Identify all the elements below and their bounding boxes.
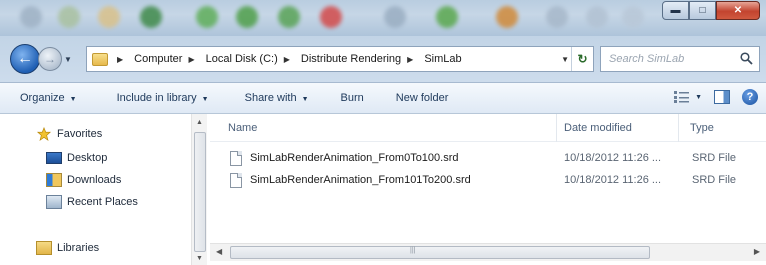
nav-item-libraries[interactable]: Libraries	[36, 238, 99, 258]
close-icon: ✕	[733, 5, 743, 16]
navigation-pane: Favorites Desktop Downloads Recent Place…	[0, 114, 207, 265]
column-divider[interactable]	[678, 114, 679, 142]
search-input[interactable]	[609, 53, 737, 65]
folder-icon	[92, 52, 108, 66]
blurred-taskbar-icon	[236, 6, 258, 28]
blurred-taskbar-icon	[58, 6, 80, 28]
back-arrow-icon: ←	[17, 50, 33, 67]
minimize-button[interactable]: ▬	[662, 1, 689, 20]
breadcrumb-computer[interactable]: Computer ▶	[131, 53, 202, 65]
chevron-down-icon: ▼	[301, 96, 309, 103]
file-icon	[230, 173, 242, 188]
blurred-taskbar-icon	[278, 6, 300, 28]
search-icon[interactable]	[740, 52, 753, 65]
blurred-taskbar-icon	[196, 6, 218, 28]
blurred-taskbar-icon	[20, 6, 42, 28]
navigation-scrollbar[interactable]: ▲ ▼	[191, 114, 207, 265]
burn-button[interactable]: Burn	[321, 92, 376, 104]
organize-menu[interactable]: Organize ▼	[0, 92, 89, 104]
command-bar: Organize ▼ Include in library ▼ Share with…	[0, 82, 766, 114]
column-headers: Name Date modified Type	[210, 114, 766, 142]
nav-item-recent-places[interactable]: Recent Places	[46, 192, 138, 212]
change-view-button[interactable]: ▼	[674, 91, 702, 103]
maximize-button[interactable]: □	[689, 1, 716, 20]
minimize-icon: ▬	[670, 5, 681, 16]
include-in-library-menu[interactable]: Include in library ▼	[89, 92, 221, 104]
search-box[interactable]	[600, 46, 760, 72]
views-icon	[674, 91, 690, 103]
refresh-icon: ↻	[577, 52, 588, 66]
recent-pages-dropdown[interactable]: ▼	[64, 55, 72, 64]
blurred-taskbar-icon	[384, 6, 406, 28]
nav-item-downloads[interactable]: Downloads	[46, 170, 121, 190]
breadcrumb-local-disk[interactable]: Local Disk (C:) ▶	[203, 53, 298, 65]
share-with-menu[interactable]: Share with ▼	[221, 92, 321, 104]
downloads-icon	[46, 173, 62, 187]
preview-pane-icon[interactable]	[714, 90, 730, 104]
star-icon	[36, 127, 52, 141]
breadcrumb-root-separator[interactable]: ▶	[112, 55, 131, 64]
blurred-taskbar-icon	[140, 6, 162, 28]
forward-button[interactable]: →	[38, 47, 62, 71]
chevron-down-icon: ▼	[69, 96, 77, 103]
address-history-dropdown[interactable]: ▼	[561, 55, 569, 64]
nav-item-favorites[interactable]: Favorites	[36, 124, 102, 144]
window-controls: ▬ □ ✕	[662, 1, 760, 20]
file-row[interactable]: SimLabRenderAnimation_From0To100.srd 10/…	[210, 148, 766, 170]
file-type: SRD File	[692, 174, 737, 186]
address-bar[interactable]: ▶ Computer ▶ Local Disk (C:) ▶ Distribute …	[86, 46, 594, 72]
blurred-taskbar-icon	[586, 6, 608, 28]
new-folder-button[interactable]: New folder	[376, 92, 461, 104]
file-icon	[230, 151, 242, 166]
blurred-taskbar-icon	[546, 6, 568, 28]
file-date: 10/18/2012 11:26 ...	[564, 174, 662, 186]
breadcrumb: ▶ Computer ▶ Local Disk (C:) ▶ Distribute …	[112, 53, 465, 65]
column-header-date-modified[interactable]: Date modified	[564, 122, 632, 134]
scroll-down-icon[interactable]: ▼	[196, 255, 203, 262]
column-header-type[interactable]: Type	[690, 122, 714, 134]
scroll-up-icon[interactable]: ▲	[196, 119, 203, 126]
file-name: SimLabRenderAnimation_From101To200.srd	[250, 174, 471, 186]
scrollbar-thumb[interactable]	[194, 132, 206, 252]
file-row[interactable]: SimLabRenderAnimation_From101To200.srd 1…	[210, 170, 766, 192]
scrollbar-grip-icon: |||	[410, 247, 416, 254]
file-name: SimLabRenderAnimation_From0To100.srd	[250, 152, 459, 164]
chevron-down-icon: ▼	[201, 96, 209, 103]
toolbar-right-group: ▼ ?	[674, 89, 758, 105]
breadcrumb-simlab[interactable]: SimLab	[421, 53, 464, 65]
horizontal-scrollbar[interactable]: ◀ ||| ▶	[210, 243, 766, 261]
file-date: 10/18/2012 11:26 ...	[564, 152, 662, 164]
back-button[interactable]: ←	[10, 44, 40, 74]
scroll-right-icon[interactable]: ▶	[754, 247, 760, 256]
scroll-left-icon[interactable]: ◀	[216, 247, 222, 256]
maximize-icon: □	[699, 5, 706, 16]
blurred-taskbar-icon	[98, 6, 120, 28]
breadcrumb-distribute-rendering[interactable]: Distribute Rendering ▶	[298, 53, 421, 65]
nav-item-desktop[interactable]: Desktop	[46, 148, 107, 168]
blurred-taskbar-icon	[436, 6, 458, 28]
window-title-bar: ▬ □ ✕	[0, 0, 766, 36]
blurred-taskbar-icon	[320, 6, 342, 28]
help-icon[interactable]: ?	[742, 89, 758, 105]
close-button[interactable]: ✕	[716, 1, 760, 20]
chevron-down-icon: ▼	[695, 93, 702, 101]
column-divider[interactable]	[556, 114, 557, 142]
desktop-icon	[46, 152, 62, 164]
file-type: SRD File	[692, 152, 737, 164]
forward-arrow-icon: →	[44, 52, 56, 66]
blurred-taskbar-icon	[496, 6, 518, 28]
refresh-button[interactable]: ↻	[571, 47, 593, 71]
recent-places-icon	[46, 195, 62, 209]
scrollbar-thumb[interactable]	[230, 246, 650, 259]
blurred-taskbar-icon	[622, 6, 644, 28]
libraries-icon	[36, 241, 52, 255]
address-row: ← → ▼ ▶ Computer ▶ Local Disk (C:) ▶ Distr…	[0, 36, 766, 82]
column-header-name[interactable]: Name	[228, 122, 257, 134]
